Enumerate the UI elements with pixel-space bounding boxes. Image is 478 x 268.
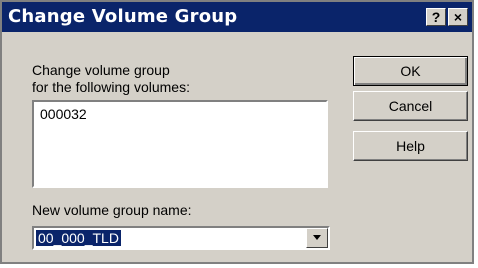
help-button[interactable]: Help (353, 131, 468, 161)
new-name-label: New volume group name: (32, 202, 192, 218)
help-caption-button[interactable]: ? (426, 8, 446, 26)
dropdown-button[interactable] (306, 228, 328, 248)
question-mark-icon: ? (431, 9, 441, 25)
volumes-prompt-line1: Change volume group (32, 62, 170, 78)
ok-button[interactable]: OK (353, 56, 468, 86)
volumes-prompt-line2: for the following volumes: (32, 79, 190, 95)
cancel-button[interactable]: Cancel (353, 91, 468, 121)
close-icon: × (453, 9, 463, 25)
volume-list[interactable]: 000032 (32, 100, 328, 188)
title-bar[interactable]: Change Volume Group ? × (2, 2, 472, 32)
chevron-down-icon (313, 235, 321, 240)
volume-group-combobox[interactable]: 00_000_TLD (32, 226, 330, 250)
list-item[interactable]: 000032 (40, 106, 87, 122)
combobox-selected-value[interactable]: 00_000_TLD (36, 230, 121, 246)
close-button[interactable]: × (448, 8, 468, 26)
window-title: Change Volume Group (8, 6, 238, 27)
change-volume-group-dialog: Change Volume Group ? × Change volume gr… (0, 0, 474, 264)
